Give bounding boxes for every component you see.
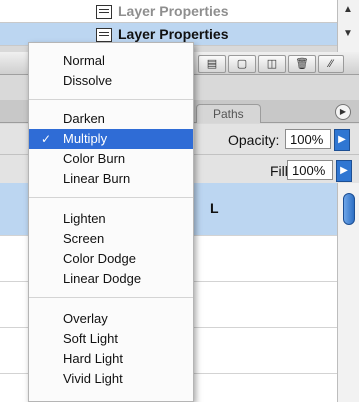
layer-properties-icon (96, 28, 112, 42)
fill-arrow-icon[interactable]: ▶ (336, 160, 352, 182)
menu-item-darken[interactable]: Darken (29, 109, 193, 129)
tab-paths[interactable]: Paths (196, 104, 261, 123)
opacity-input[interactable]: 100% (285, 129, 331, 149)
menu-item-vivid-light[interactable]: Vivid Light (29, 369, 193, 389)
trash-icon[interactable]: 🗑 (288, 55, 316, 73)
scroll-down-icon[interactable]: ▼ (343, 28, 353, 39)
layer-properties-icon (96, 5, 112, 19)
menu-separator (29, 197, 193, 198)
scroll-thumb[interactable] (343, 193, 355, 225)
menu-item-multiply[interactable]: ✓ Multiply (29, 129, 193, 149)
checkmark-icon: ✓ (41, 132, 52, 146)
menu-item-color-burn[interactable]: Color Burn (29, 149, 193, 169)
blend-mode-menu: Normal Dissolve Darken ✓ Multiply Color … (28, 42, 194, 402)
layer-name: L (210, 200, 219, 216)
scroll-up-icon[interactable]: ▲ (343, 4, 353, 15)
opacity-arrow-icon[interactable]: ▶ (334, 129, 350, 151)
new-layer-icon[interactable]: ◫ (258, 55, 286, 73)
layer-row[interactable]: Layer Properties (0, 0, 337, 23)
menu-item-linear-burn[interactable]: Linear Burn (29, 169, 193, 189)
panel-menu-icon[interactable]: ▶ (335, 104, 351, 120)
menu-item-dissolve[interactable]: Dissolve (29, 71, 193, 91)
opacity-label: Opacity: (228, 132, 280, 148)
menu-item-label: Multiply (63, 131, 108, 146)
resize-grip-icon[interactable]: ⁄⁄ (318, 55, 344, 73)
menu-item-soft-light[interactable]: Soft Light (29, 329, 193, 349)
layer-row-label: Layer Properties (118, 3, 229, 19)
mask-icon[interactable]: ▤ (198, 55, 226, 73)
menu-item-linear-dodge[interactable]: Linear Dodge (29, 269, 193, 289)
menu-item-lighten[interactable]: Lighten (29, 209, 193, 229)
new-group-icon[interactable]: ▢ (228, 55, 256, 73)
layer-list-scrollbar[interactable] (337, 183, 359, 402)
menu-item-hard-light[interactable]: Hard Light (29, 349, 193, 369)
menu-item-overlay[interactable]: Overlay (29, 309, 193, 329)
fill-input[interactable]: 100% (287, 160, 333, 180)
menu-item-screen[interactable]: Screen (29, 229, 193, 249)
menu-separator (29, 297, 193, 298)
menu-item-normal[interactable]: Normal (29, 51, 193, 71)
menu-item-color-dodge[interactable]: Color Dodge (29, 249, 193, 269)
layer-row-label: Layer Properties (118, 26, 229, 42)
menu-separator (29, 99, 193, 100)
